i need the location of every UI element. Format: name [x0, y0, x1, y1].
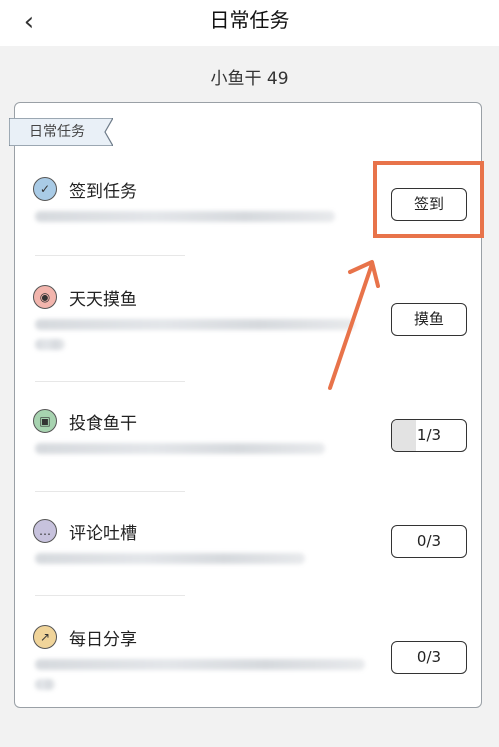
highlight-box: [373, 161, 484, 238]
task-description-blurred: [35, 319, 355, 330]
task-description-blurred: [35, 211, 335, 222]
task-row-feed: ▣ 投食鱼干 1/3: [15, 403, 483, 503]
points-balance: 小鱼干 49: [210, 69, 289, 89]
task-description-blurred: [35, 339, 65, 350]
share-progress-button[interactable]: 0/3: [391, 641, 467, 674]
divider: [35, 255, 185, 256]
top-bar: ‹ 日常任务: [0, 0, 499, 46]
page-title: 日常任务: [209, 8, 290, 32]
task-row-comment: … 评论吐槽 0/3: [15, 513, 483, 613]
share-icon: ↗: [33, 625, 57, 649]
fish-icon: ◉: [33, 285, 57, 309]
feed-progress-button[interactable]: 1/3: [391, 419, 467, 452]
task-description-blurred: [35, 659, 365, 670]
task-name: 评论吐槽: [69, 524, 137, 544]
divider: [35, 381, 185, 382]
progress-fill: [392, 420, 417, 451]
task-row-slack: ◉ 天天摸鱼 摸鱼: [15, 279, 483, 379]
task-row-share: ↗ 每日分享 0/3: [15, 619, 483, 719]
divider: [35, 491, 185, 492]
feed-icon: ▣: [33, 409, 57, 433]
chat-bubble-icon: …: [33, 519, 57, 543]
divider: [35, 595, 185, 596]
task-name: 每日分享: [69, 630, 137, 650]
section-ribbon: 日常任务: [8, 117, 115, 147]
task-name: 天天摸鱼: [69, 290, 137, 310]
slack-button[interactable]: 摸鱼: [391, 303, 467, 336]
annotation-arrow: [328, 260, 380, 390]
task-name: 签到任务: [69, 182, 137, 202]
comment-progress-button[interactable]: 0/3: [391, 525, 467, 558]
task-description-blurred: [35, 443, 325, 454]
task-description-blurred: [35, 679, 55, 690]
section-title: 日常任务: [29, 124, 85, 140]
calendar-check-icon: ✓: [33, 177, 57, 201]
task-description-blurred: [35, 553, 305, 564]
task-name: 投食鱼干: [69, 414, 137, 434]
